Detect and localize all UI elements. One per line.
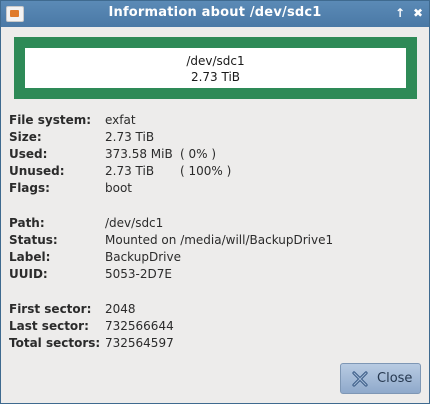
path-label: Path: <box>9 216 45 230</box>
partition-graphic-inner: /dev/sdc1 2.73 TiB <box>25 48 406 88</box>
title-bar[interactable]: Information about /dev/sdc1 ↑ ✖ <box>1 1 429 27</box>
file-system-value: exfat <box>105 113 136 127</box>
first-sector-value: 2048 <box>105 302 136 316</box>
last-sector-value: 732566644 <box>105 319 174 333</box>
close-x-icon <box>352 371 368 387</box>
flags-value: boot <box>105 181 133 195</box>
used-label: Used: <box>9 147 48 161</box>
status-value: Mounted on /media/will/BackupDrive1 <box>105 233 334 247</box>
total-sectors-value: 732564597 <box>105 336 174 350</box>
close-button-label: Close <box>377 371 413 386</box>
info-dialog: Information about /dev/sdc1 ↑ ✖ /dev/sdc… <box>0 0 430 404</box>
partition-graphic: /dev/sdc1 2.73 TiB <box>14 37 417 99</box>
status-label: Status: <box>9 233 58 247</box>
partition-graphic-size: 2.73 TiB <box>190 70 241 84</box>
size-value: 2.73 TiB <box>105 130 155 144</box>
first-sector-label: First sector: <box>9 302 92 316</box>
uuid-value: 5053-2D7E <box>105 267 172 281</box>
unused-value: 2.73 TiB <box>105 164 155 178</box>
close-button[interactable]: Close <box>340 363 421 394</box>
size-label: Size: <box>9 130 42 144</box>
window-title: Information about /dev/sdc1 <box>108 5 322 20</box>
window-close-icon[interactable]: ✖ <box>410 5 426 21</box>
total-sectors-label: Total sectors: <box>9 336 101 350</box>
used-percent: ( 0% ) <box>180 147 217 161</box>
uuid-label: UUID: <box>9 267 48 281</box>
partition-graphic-name: /dev/sdc1 <box>186 54 245 68</box>
file-system-label: File system: <box>9 113 92 127</box>
path-value: /dev/sdc1 <box>105 216 164 230</box>
unused-percent: ( 100% ) <box>180 164 232 178</box>
label-label: Label: <box>9 250 51 264</box>
maximize-icon[interactable]: ↑ <box>392 5 408 21</box>
label-value: BackupDrive <box>105 250 181 264</box>
used-value: 373.58 MiB <box>105 147 173 161</box>
flags-label: Flags: <box>9 181 50 195</box>
unused-label: Unused: <box>9 164 65 178</box>
last-sector-label: Last sector: <box>9 319 89 333</box>
